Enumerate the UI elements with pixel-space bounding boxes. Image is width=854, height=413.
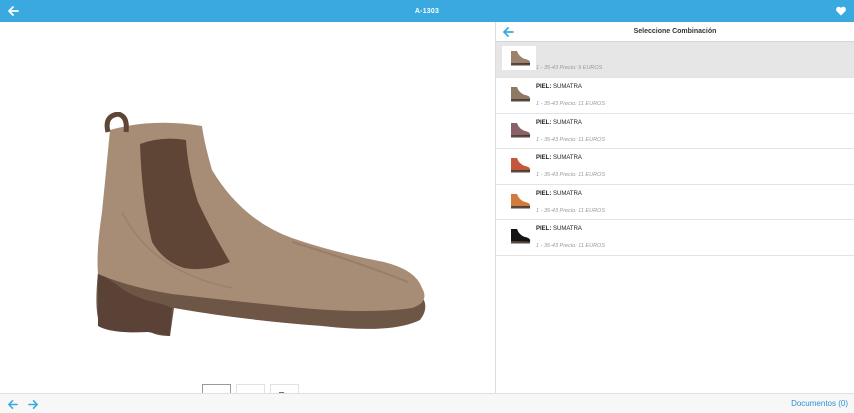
combination-name: PIEL: SUMATRA	[536, 155, 582, 161]
product-main-image	[96, 112, 426, 336]
combination-price: 1 - 35-43 Precio: 11 EUROS	[536, 172, 605, 178]
material-value: SUMATRA	[551, 119, 582, 126]
material-label: PIEL:	[536, 226, 552, 232]
material-label: PIEL:	[536, 155, 552, 161]
documents-link[interactable]: Documentos (0)	[791, 399, 848, 408]
combination-price: 1 - 35-43 Precio: 9 EUROS	[536, 65, 603, 71]
boot-thumbnail-icon	[511, 51, 531, 66]
material-label: PIEL:	[536, 119, 552, 126]
boot-thumbnail-icon	[511, 229, 531, 244]
back-arrow-icon[interactable]	[7, 5, 19, 17]
material-value: SUMATRA	[551, 84, 582, 90]
panel-header: Seleccione Combinación	[496, 22, 854, 42]
back-arrow-icon[interactable]	[502, 26, 514, 38]
combination-price: 1 - 35-43 Precio: 11 EUROS	[536, 101, 605, 107]
page-title: A-1303	[414, 7, 440, 15]
combination-item[interactable]: 1 - 35-43 Precio: 9 EUROS	[496, 42, 854, 78]
material-value: SUMATRA	[551, 190, 582, 197]
arrow-left-icon[interactable]	[7, 399, 18, 410]
material-label: PIEL:	[536, 84, 552, 90]
combination-name: PIEL: SUMATRA	[536, 120, 582, 126]
combination-name: PIEL: SUMATRA	[536, 84, 582, 90]
combination-thumbnail	[502, 153, 536, 177]
combination-price: 1 - 35-43 Precio: 11 EUROS	[536, 136, 605, 143]
combination-thumbnail	[502, 224, 536, 248]
panel-title: Seleccione Combinación	[633, 28, 717, 35]
combination-thumbnail	[502, 82, 536, 106]
app-header: A-1303	[0, 0, 854, 22]
combination-thumbnail	[502, 46, 536, 70]
combination-name: PIEL: SUMATRA	[536, 226, 582, 232]
combination-thumbnail	[502, 117, 536, 142]
combination-price: 1 - 35-43 Precio: 11 EUROS	[536, 207, 605, 214]
combination-item[interactable]: PIEL: SUMATRA 1 - 35-43 Precio: 11 EUROS	[496, 78, 854, 114]
footer-bar: Documentos (0)	[0, 393, 854, 413]
boot-thumbnail-icon	[511, 122, 531, 137]
combination-item[interactable]: PIEL: SUMATRA 1 - 35-43 Precio: 11 EUROS	[496, 184, 854, 220]
combination-item[interactable]: PIEL: SUMATRA 1 - 35-43 Precio: 11 EUROS	[496, 113, 854, 149]
combination-thumbnail	[502, 188, 536, 213]
arrow-right-icon[interactable]	[28, 399, 39, 410]
combination-list: 1 - 35-43 Precio: 9 EUROS PIEL: SUMATRA 1 …	[496, 42, 854, 256]
boot-thumbnail-icon	[511, 193, 531, 208]
combination-item[interactable]: PIEL: SUMATRA 1 - 35-43 Precio: 11 EUROS	[496, 149, 854, 185]
material-value: SUMATRA	[551, 226, 582, 232]
boot-thumbnail-icon	[511, 158, 531, 173]
combination-price: 1 - 35-43 Precio: 11 EUROS	[536, 243, 605, 249]
heart-icon[interactable]	[835, 5, 847, 17]
product-gallery	[0, 22, 495, 413]
boot-thumbnail-icon	[511, 87, 531, 102]
combination-name: PIEL: SUMATRA	[536, 191, 582, 197]
combination-panel: Seleccione Combinación 1 - 35-43 Precio:…	[496, 22, 854, 393]
material-value: SUMATRA	[551, 155, 582, 161]
combination-item[interactable]: PIEL: SUMATRA 1 - 35-43 Precio: 11 EUROS	[496, 220, 854, 256]
material-label: PIEL:	[536, 190, 552, 197]
